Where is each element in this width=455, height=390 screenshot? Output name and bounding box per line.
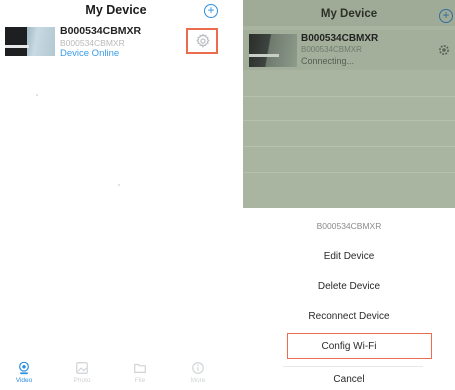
dimmed-background[interactable]: My Device + B000534CBMXR B000534CBMXR Co… bbox=[243, 0, 455, 208]
info-icon bbox=[192, 362, 204, 374]
cancel-button[interactable]: Cancel bbox=[243, 374, 455, 385]
gear-icon[interactable] bbox=[437, 43, 451, 57]
action-sheet: B000534CBMXR Edit Device Delete Device R… bbox=[243, 208, 455, 390]
tab-file[interactable]: File bbox=[120, 358, 160, 384]
config-wifi-button[interactable]: Config Wi-Fi bbox=[243, 341, 455, 352]
folder-icon bbox=[134, 363, 146, 373]
divider bbox=[243, 96, 455, 97]
device-status: Device Online bbox=[60, 48, 120, 59]
edit-device-button[interactable]: Edit Device bbox=[243, 251, 455, 262]
divider bbox=[243, 172, 455, 173]
delete-device-button[interactable]: Delete Device bbox=[243, 281, 455, 292]
add-device-button[interactable]: + bbox=[204, 4, 218, 18]
page-title: My Device bbox=[85, 3, 147, 17]
plus-circle-icon: + bbox=[442, 8, 450, 22]
tab-photo[interactable]: Photo bbox=[62, 358, 102, 384]
tab-video[interactable]: Video bbox=[4, 358, 44, 384]
plus-circle-icon: + bbox=[207, 3, 215, 17]
divider bbox=[243, 120, 455, 121]
device-status: Connecting... bbox=[301, 56, 355, 66]
nav-bar: My Device + bbox=[243, 0, 455, 26]
device-list-item[interactable]: B000534CBMXR B000534CBMXR Connecting... bbox=[243, 30, 455, 70]
divider bbox=[243, 146, 455, 147]
device-settings-button[interactable] bbox=[186, 28, 218, 54]
nav-bar: My Device + bbox=[0, 0, 232, 22]
camera-thumbnail bbox=[5, 27, 55, 56]
tab-label: Video bbox=[15, 377, 33, 384]
device-id: B000534CBMXR bbox=[301, 45, 362, 54]
camera-thumbnail bbox=[249, 34, 297, 67]
webcam-icon bbox=[19, 361, 29, 375]
speck bbox=[36, 94, 38, 96]
device-list-screen: My Device + B000534CBMXR B000534CBMXR De… bbox=[0, 0, 232, 390]
action-sheet-title: B000534CBMXR bbox=[316, 221, 382, 231]
screenshot: My Device + B000534CBMXR B000534CBMXR De… bbox=[0, 0, 455, 390]
photo-icon bbox=[76, 362, 88, 374]
page-title: My Device bbox=[320, 8, 378, 20]
device-name: B000534CBMXR bbox=[301, 33, 379, 44]
speck bbox=[118, 184, 120, 186]
tab-label: More bbox=[190, 377, 206, 384]
tab-label: File bbox=[134, 377, 146, 384]
tab-label: Photo bbox=[73, 377, 91, 384]
divider bbox=[283, 366, 423, 367]
tab-more[interactable]: More bbox=[178, 358, 218, 384]
device-id: B000534CBMXR bbox=[60, 38, 125, 48]
reconnect-device-button[interactable]: Reconnect Device bbox=[243, 311, 455, 322]
gear-icon bbox=[196, 34, 210, 48]
bottom-tab-bar: Video Photo File More bbox=[0, 358, 232, 390]
device-name: B000534CBMXR bbox=[60, 25, 142, 37]
add-device-button[interactable]: + bbox=[439, 9, 453, 23]
device-actions-screen: My Device + B000534CBMXR B000534CBMXR Co… bbox=[243, 0, 455, 390]
